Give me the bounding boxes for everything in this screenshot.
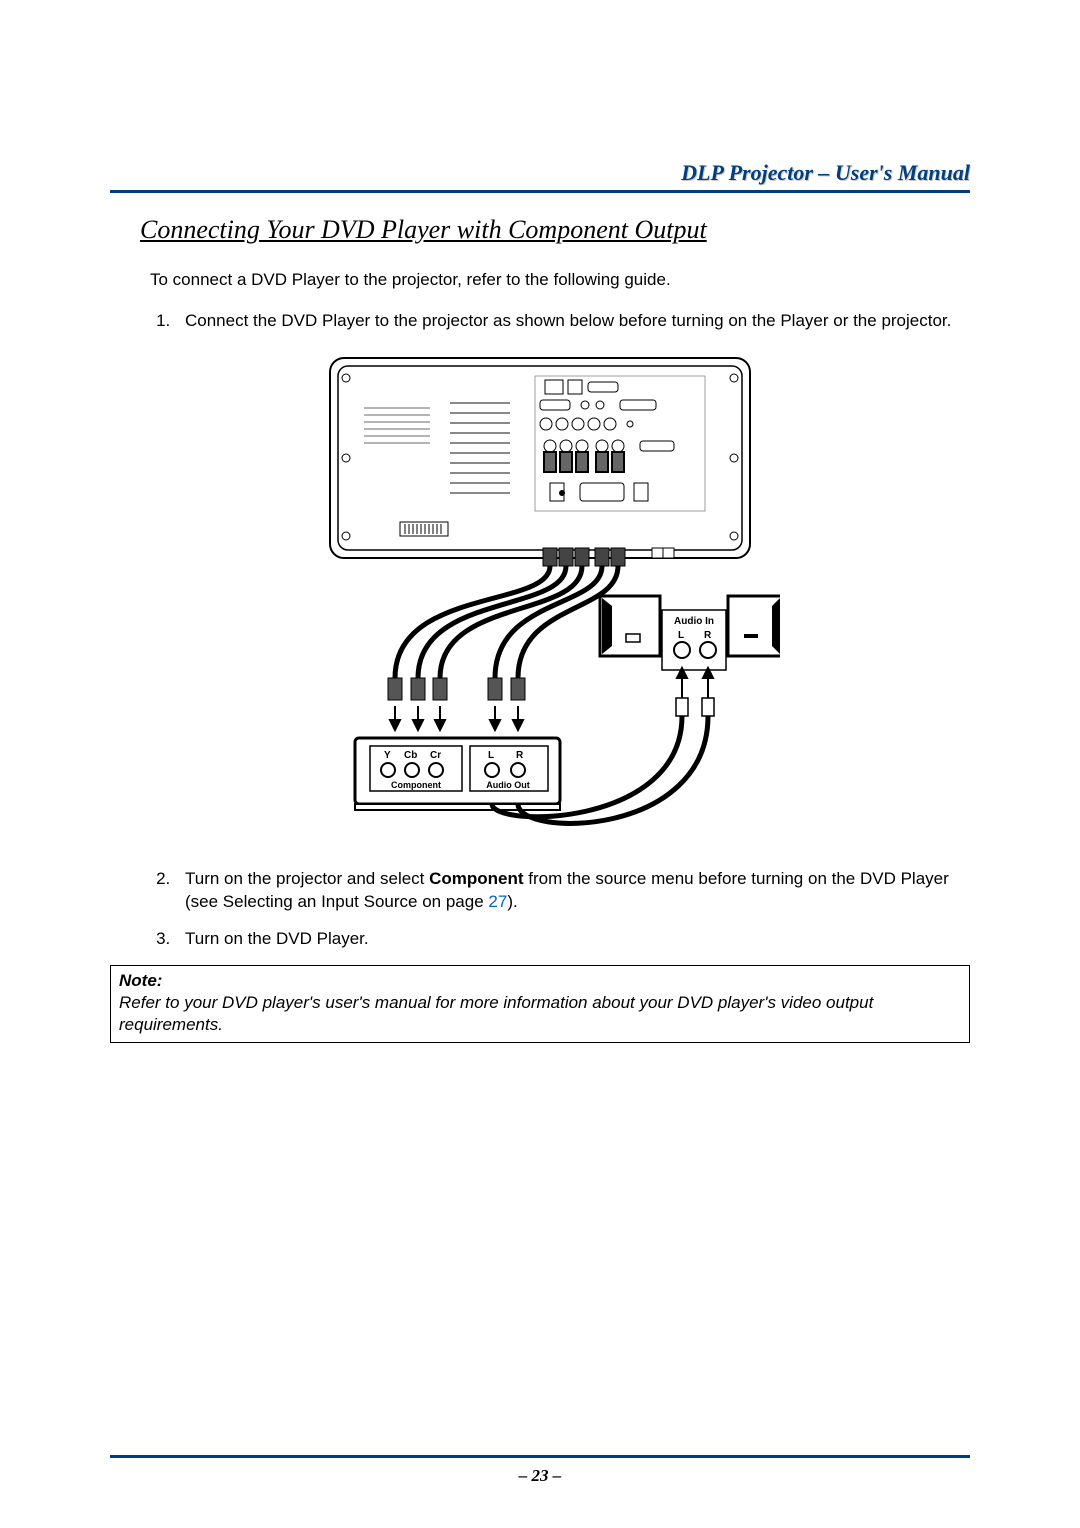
label-l-out: L — [488, 750, 494, 761]
label-component: Component — [391, 780, 441, 790]
label-r-in: R — [704, 630, 712, 641]
label-audio-in: Audio In — [674, 616, 714, 627]
label-r-out: R — [516, 750, 524, 761]
step-3: Turn on the DVD Player. — [175, 928, 970, 951]
page-ref-link[interactable]: 27 — [488, 892, 507, 911]
note-label: Note: — [119, 971, 162, 990]
header-title: DLP Projector – User's Manual — [681, 160, 970, 186]
page-number: – 23 – — [0, 1466, 1080, 1486]
step-2-a: Turn on the projector and select — [185, 869, 429, 888]
label-cb: Cb — [404, 750, 417, 761]
step-2-bold: Component — [429, 869, 523, 888]
footer-rule — [110, 1455, 970, 1458]
label-y: Y — [384, 750, 391, 761]
step-1: Connect the DVD Player to the projector … — [175, 310, 970, 333]
speaker-right — [728, 596, 780, 656]
step-2: Turn on the projector and select Compone… — [175, 868, 970, 914]
section-title: Connecting Your DVD Player with Componen… — [140, 215, 970, 245]
connection-diagram: Y Cb Cr Component L R Audio Out — [110, 348, 970, 838]
step-list: Connect the DVD Player to the projector … — [175, 310, 970, 333]
diagram-svg: Y Cb Cr Component L R Audio Out — [300, 348, 780, 838]
label-cr: Cr — [430, 750, 441, 761]
header-rule — [110, 190, 970, 193]
intro-text: To connect a DVD Player to the projector… — [150, 270, 970, 290]
note-text: Refer to your DVD player's user's manual… — [119, 993, 873, 1034]
step-2-c: ). — [507, 892, 517, 911]
step-list-cont: Turn on the projector and select Compone… — [175, 868, 970, 951]
label-audio-out: Audio Out — [486, 780, 530, 790]
label-l-in: L — [678, 630, 684, 641]
note-box: Note: Refer to your DVD player's user's … — [110, 965, 970, 1043]
speaker-left — [600, 596, 660, 656]
